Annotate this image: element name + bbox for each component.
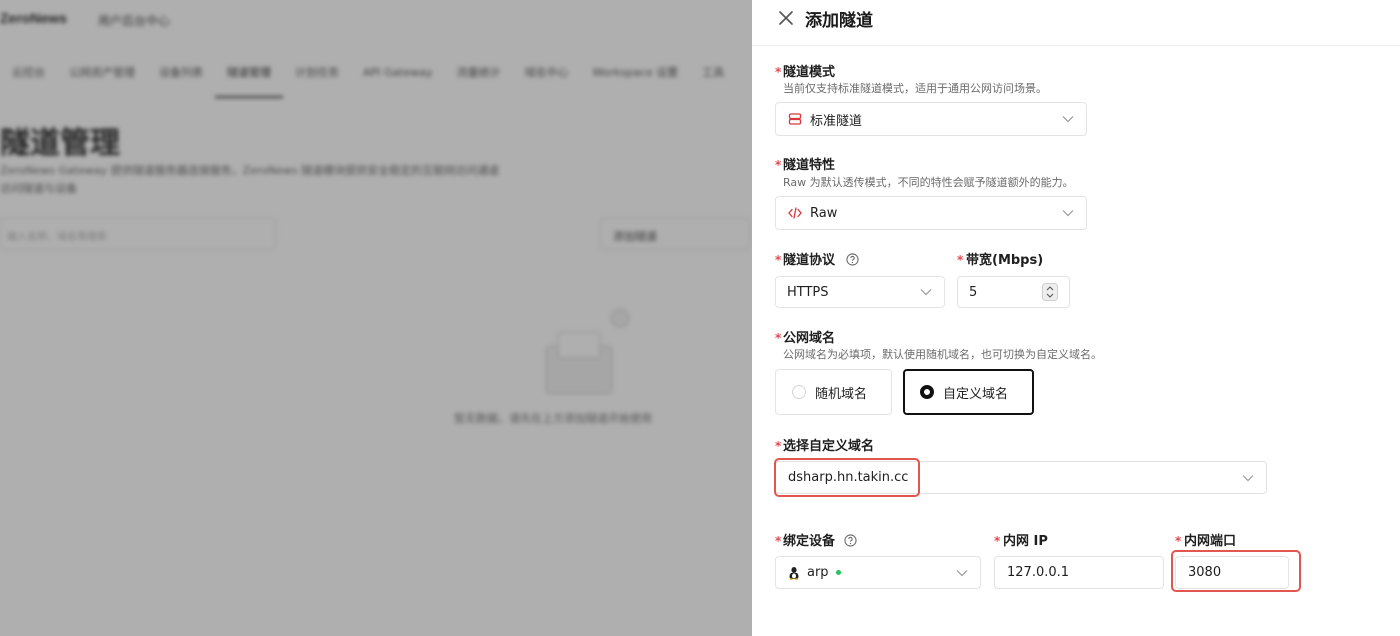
random-domain-option[interactable]: 随机域名 [775,369,892,415]
internal-port-value: 3080 [1188,565,1222,580]
domain-label: 公网域名 [783,331,836,346]
custom-domain-value: dsharp.hn.takin.cc [788,470,909,485]
bandwidth-value: 5 [969,284,978,300]
tunnel-mode-label: 隧道模式 [783,65,836,80]
tunnel-feature-value: Raw [810,205,838,221]
random-domain-label: 随机域名 [815,386,868,402]
domain-hint: 公网域名为必填项，默认使用随机域名，也可切换为自定义域名。 [783,348,1102,361]
required-mark: * [775,331,782,345]
close-icon[interactable] [776,8,796,28]
internal-port-input[interactable]: 3080 [1175,556,1289,589]
protocol-select[interactable]: HTTPS [775,276,945,308]
tunnel-feature-select[interactable]: Raw [775,196,1087,230]
tunnel-mode-hint: 当前仅支持标准隧道模式，适用于通用公网访问场景。 [783,82,1047,95]
drawer-header: 添加隧道 [752,0,1400,46]
required-mark: * [775,534,782,548]
question-circle-icon[interactable] [845,253,859,266]
chevron-down-icon [1062,116,1074,123]
online-status-dot [835,570,841,575]
background-page: ZeroNews 用户后台中心 云控台 公网资产管理 设备列表 隧道管理 计划任务 API… [0,0,752,636]
internal-ip-label: 内网 IP [1003,534,1048,549]
question-circle-icon[interactable] [843,534,857,547]
required-mark: * [775,158,782,172]
drawer-title: 添加隧道 [805,11,873,31]
required-mark: * [775,65,782,79]
internal-ip-input[interactable]: 127.0.0.1 [994,556,1164,589]
device-label: 绑定设备 [783,530,857,549]
required-mark: * [775,439,782,453]
custom-domain-select[interactable]: dsharp.hn.takin.cc [775,461,1267,494]
chevron-down-icon [956,569,968,576]
protocol-label: 隧道协议 [783,249,859,268]
code-icon [788,207,802,219]
required-mark: * [957,253,964,267]
bandwidth-label: 带宽(Mbps) [966,253,1044,268]
protocol-value: HTTPS [787,284,829,300]
tunnel-feature-hint: Raw 为默认透传模式，不同的特性会赋予隧道额外的能力。 [783,176,1074,189]
internal-ip-value: 127.0.0.1 [1007,565,1070,580]
tunnel-mode-value: 标准隧道 [810,113,863,129]
required-mark: * [775,253,782,267]
radio-checked-icon [920,385,934,399]
tunnel-feature-label: 隧道特性 [783,158,836,173]
required-mark: * [994,534,1001,548]
internal-port-label: 内网端口 [1184,534,1237,549]
custom-domain-label: 选择自定义域名 [783,439,875,454]
modal-overlay[interactable] [0,0,752,636]
chevron-down-icon [920,289,932,296]
required-mark: * [1175,534,1182,548]
radio-unchecked-icon [792,385,806,399]
custom-domain-option[interactable]: 自定义域名 [903,369,1034,415]
custom-domain-option-label: 自定义域名 [943,386,1009,402]
device-select[interactable]: arp [775,556,981,589]
chevron-down-icon [1062,210,1074,217]
server-icon [788,113,802,125]
device-value: arp [807,565,829,580]
linux-icon [789,566,799,580]
bandwidth-input[interactable]: 5 [957,276,1070,308]
chevron-down-icon [1242,474,1254,481]
tunnel-mode-select[interactable]: 标准隧道 [775,102,1087,136]
add-tunnel-drawer: 添加隧道 * 隧道模式 当前仅支持标准隧道模式，适用于通用公网访问场景。 标准隧… [752,0,1400,636]
stepper-icon[interactable] [1042,283,1058,301]
